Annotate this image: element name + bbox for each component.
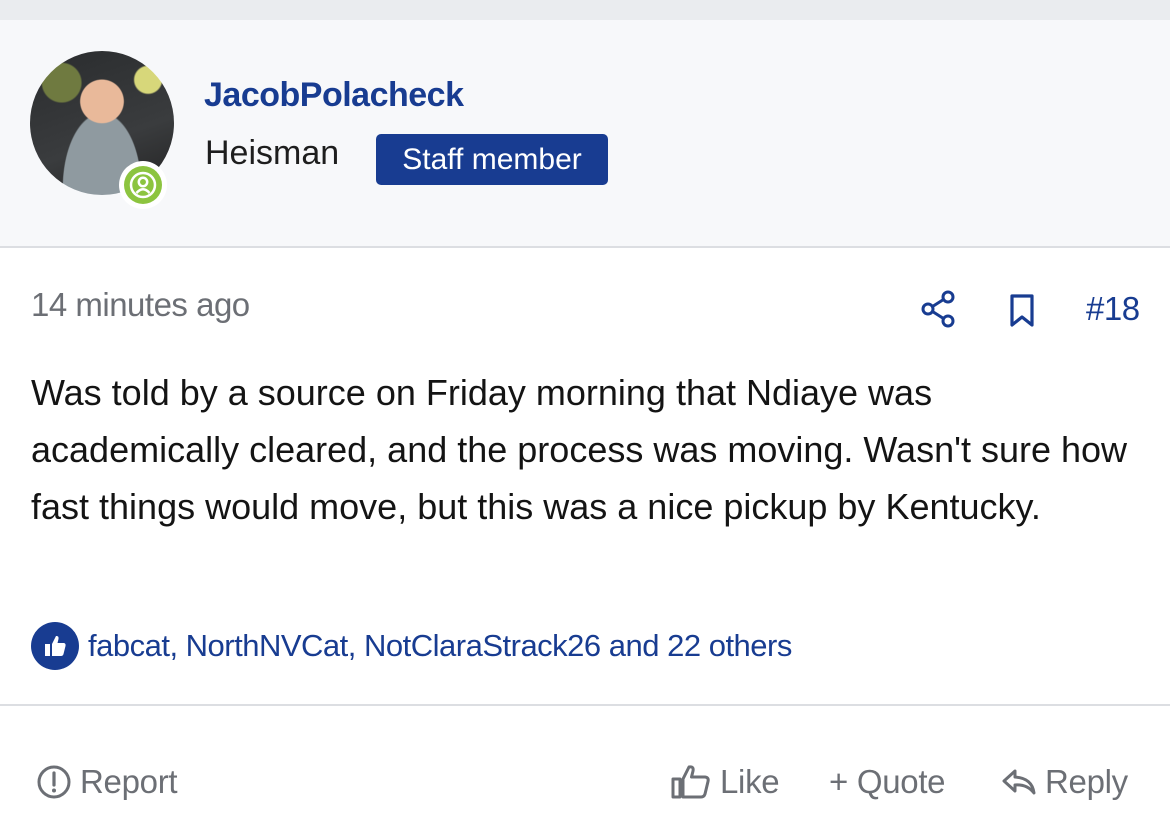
post-timestamp[interactable]: 14 minutes ago <box>31 286 250 324</box>
post-body: Was told by a source on Friday morning t… <box>31 372 1128 527</box>
thumbs-up-outline-icon <box>671 765 710 799</box>
alert-circle-icon <box>37 765 71 799</box>
reactions-summary[interactable]: fabcat, NorthNVCat, NotClaraStrack26 and… <box>31 620 792 672</box>
reply-label: Reply <box>1045 763 1128 800</box>
report-button[interactable]: Report <box>36 757 178 807</box>
reply-button[interactable]: Reply <box>1001 757 1128 807</box>
online-status-indicator <box>119 161 167 209</box>
username-link[interactable]: JacobPolacheck <box>204 76 464 115</box>
reactions-users[interactable]: fabcat, NorthNVCat, NotClaraStrack26 and… <box>88 628 792 664</box>
user-title: Heisman <box>205 134 340 172</box>
divider <box>0 704 1170 706</box>
bookmark-icon[interactable] <box>1008 293 1036 329</box>
quote-label: + Quote <box>829 763 946 800</box>
reply-arrow-icon <box>1002 769 1036 795</box>
thumbs-up-icon <box>31 622 79 670</box>
like-button[interactable]: Like <box>670 757 780 807</box>
report-label: Report <box>80 763 178 800</box>
staff-member-badge: Staff member <box>376 134 608 185</box>
top-strip <box>0 0 1170 20</box>
user-online-icon <box>129 171 157 199</box>
share-icon[interactable] <box>920 290 956 328</box>
like-label: Like <box>720 763 780 800</box>
post-number-link[interactable]: #18 <box>1086 290 1140 328</box>
post-author-header: JacobPolacheck Heisman Staff member <box>0 20 1170 248</box>
quote-button[interactable]: + Quote <box>829 757 946 807</box>
